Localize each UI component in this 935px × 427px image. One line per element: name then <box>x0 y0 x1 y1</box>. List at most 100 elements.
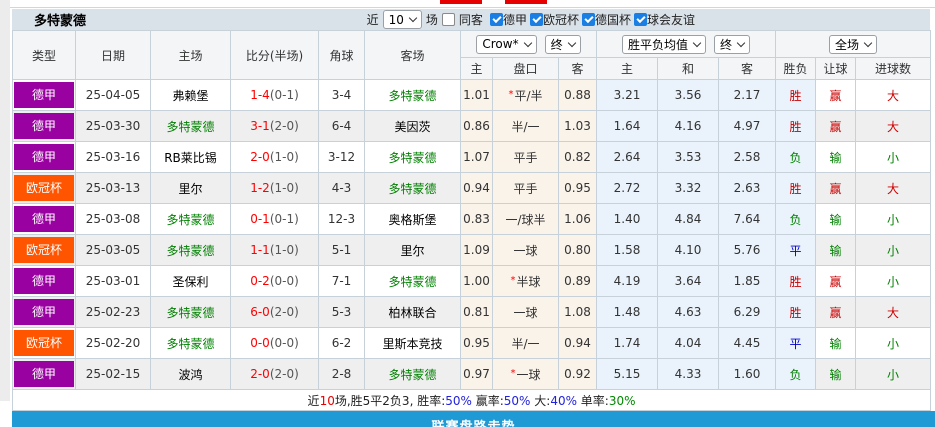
chevron-down-icon <box>567 38 576 47</box>
same-away-label[interactable]: 同客 <box>459 11 483 28</box>
odds-company-select[interactable]: Crow* <box>476 34 537 54</box>
league-filter-checkbox[interactable] <box>489 13 503 26</box>
section-footer-bar: 联赛盘路走势 <box>12 411 935 427</box>
league-filter-label[interactable]: 德国杯 <box>595 11 631 28</box>
sub-header-asia-away: 客 <box>558 57 597 80</box>
cell-asia-away-odds: 0.95 <box>558 172 597 204</box>
cell-home-team: 多特蒙德 <box>150 203 231 235</box>
cell-date: 25-02-23 <box>75 296 151 328</box>
league-filter-label[interactable]: 欧冠杯 <box>543 11 579 28</box>
league-filter-item: 欧冠杯 <box>529 11 579 28</box>
fulltime-score: 2-0 <box>250 367 270 381</box>
cell-avg-lose-odds: 2.58 <box>717 141 777 173</box>
league-badge: 德甲 <box>14 361 74 387</box>
cell-score: 3-1(2-0) <box>230 110 319 142</box>
table-row: 欧冠杯 25-03-05 多特蒙德 1-1(1-0) 5-1 里尔 1.09 *… <box>12 234 932 266</box>
cell-avg-win-odds: 2.64 <box>596 141 658 173</box>
table-row: 德甲 25-03-30 多特蒙德 3-1(2-0) 6-4 美因茨 0.86 *… <box>12 110 932 142</box>
cell-winloss-result: 胜 <box>775 265 817 297</box>
league-filter-checkbox[interactable] <box>581 13 595 26</box>
top-divider <box>10 7 935 8</box>
cell-away-team: 多特蒙德 <box>364 172 461 204</box>
cell-home-team: 弗赖堡 <box>150 79 231 111</box>
cell-away-team: 美因茨 <box>364 110 461 142</box>
league-filter-checkbox[interactable] <box>633 13 647 26</box>
cell-handicap: *半/一 <box>492 327 559 359</box>
league-filter-label[interactable]: 德甲 <box>503 11 527 28</box>
cell-winloss-result: 胜 <box>775 110 817 142</box>
league-badge: 欧冠杯 <box>14 330 74 356</box>
cell-asia-away-odds: 0.88 <box>558 79 597 111</box>
league-filter-checkbox[interactable] <box>529 13 543 26</box>
table-row: 德甲 25-03-01 圣保利 0-2(0-0) 7-1 多特蒙德 1.00 *… <box>12 265 932 297</box>
cell-corners: 5-1 <box>318 234 365 266</box>
cell-away-team: 里尔 <box>364 234 461 266</box>
same-away-checkbox[interactable] <box>441 13 455 26</box>
fulltime-score: 0-1 <box>250 212 270 226</box>
col-header-home: 主场 <box>150 30 231 80</box>
cell-asia-home-odds: 0.95 <box>460 327 493 359</box>
cell-home-team: 多特蒙德 <box>150 110 231 142</box>
cell-handicap-result: 输 <box>815 203 857 235</box>
halftime-score: (0-0) <box>269 274 299 288</box>
league-badge: 德甲 <box>14 268 74 294</box>
table-row: 德甲 25-03-08 多特蒙德 0-1(0-1) 12-3 奥格斯堡 0.83… <box>12 203 932 235</box>
live-star-marker: * <box>510 367 516 379</box>
cell-avg-lose-odds: 4.45 <box>717 327 777 359</box>
cell-avg-draw-odds: 4.16 <box>657 110 719 142</box>
cell-asia-away-odds: 0.80 <box>558 234 597 266</box>
chevron-down-icon <box>863 38 873 47</box>
col-header-score: 比分(半场) <box>230 30 319 80</box>
cell-handicap-result: 输 <box>815 327 857 359</box>
avg-state-select[interactable]: 终 <box>714 34 751 54</box>
scope-select[interactable]: 全场 <box>829 34 878 54</box>
cell-away-team: 柏林联合 <box>364 296 461 328</box>
chevron-down-icon <box>408 13 418 23</box>
league-filter-item: 德甲 <box>489 11 527 28</box>
cell-date: 25-02-15 <box>75 358 151 390</box>
cell-handicap: *一球 <box>492 296 559 328</box>
panel-title-bar: 多特蒙德 近 10 场 同客 德甲 欧冠杯 德国杯 球会友谊 <box>12 9 930 30</box>
col-header-type: 类型 <box>12 30 76 80</box>
cell-score: 2-0(2-0) <box>230 358 319 390</box>
odds-state-select[interactable]: 终 <box>544 34 581 54</box>
cell-home-team: 多特蒙德 <box>150 234 231 266</box>
cell-handicap: *平手 <box>492 172 559 204</box>
cell-handicap: *一球 <box>492 234 559 266</box>
cell-asia-home-odds: 1.01 <box>460 79 493 111</box>
cell-winloss-result: 胜 <box>775 172 817 204</box>
scope-value: 全场 <box>835 37 860 52</box>
chevron-down-icon <box>523 38 532 47</box>
cell-avg-win-odds: 1.58 <box>596 234 658 266</box>
cell-date: 25-03-16 <box>75 141 151 173</box>
match-count-select[interactable]: 10 <box>382 10 422 29</box>
cell-home-team: RB莱比锡 <box>150 141 231 173</box>
cell-corners: 6-4 <box>318 110 365 142</box>
fulltime-score: 3-1 <box>250 119 270 133</box>
cell-date: 25-03-30 <box>75 110 151 142</box>
avg-odds-value: 胜平负均值 <box>628 37 689 52</box>
cell-league-type: 德甲 <box>12 79 76 111</box>
cell-handicap-result: 赢 <box>815 265 857 297</box>
chevron-down-icon <box>692 38 702 47</box>
cell-avg-draw-odds: 3.53 <box>657 141 719 173</box>
league-filter-label[interactable]: 球会友谊 <box>647 11 695 28</box>
avg-odds-select[interactable]: 胜平负均值 <box>622 34 707 54</box>
cell-home-team: 多特蒙德 <box>150 296 231 328</box>
cell-corners: 2-8 <box>318 358 365 390</box>
cell-handicap-result: 赢 <box>815 79 857 111</box>
cell-score: 1-2(1-0) <box>230 172 319 204</box>
sub-header-asia-home: 主 <box>460 57 493 80</box>
league-badge: 德甲 <box>14 82 74 108</box>
cell-asia-away-odds: 1.03 <box>558 110 597 142</box>
chevron-down-icon <box>736 38 746 47</box>
cell-avg-draw-odds: 4.63 <box>657 296 719 328</box>
filter-controls: 近 10 场 同客 德甲 欧冠杯 德国杯 球会友谊 <box>367 10 695 29</box>
cell-avg-draw-odds: 4.84 <box>657 203 719 235</box>
cell-avg-lose-odds: 4.97 <box>717 110 777 142</box>
cell-avg-lose-odds: 7.64 <box>717 203 777 235</box>
cell-league-type: 德甲 <box>12 110 76 142</box>
halftime-score: (1-0) <box>269 243 299 257</box>
cell-league-type: 欧冠杯 <box>12 327 76 359</box>
cropped-red-tab <box>505 0 547 4</box>
